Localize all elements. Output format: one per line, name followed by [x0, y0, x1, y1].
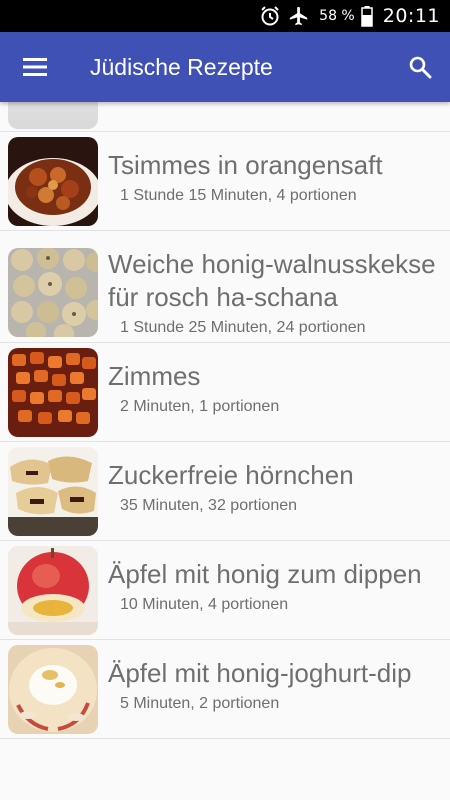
- recipe-image: [8, 447, 98, 536]
- recipe-meta: 1 Stunde 15 Minuten, 4 portionen: [120, 187, 357, 204]
- recipe-item[interactable]: Zuckerfreie hörnchen 35 Minuten, 32 port…: [0, 442, 450, 541]
- hamburger-menu-icon: [23, 58, 47, 76]
- recipe-title: Tsimmes in orangensaft: [108, 150, 383, 180]
- airplane-mode-icon: [287, 5, 311, 27]
- recipe-title: Zuckerfreie hörnchen: [108, 460, 354, 490]
- search-button[interactable]: [390, 32, 450, 102]
- recipe-meta: 35 Minuten, 32 portionen: [120, 497, 298, 514]
- app-title: Jüdische Rezepte: [90, 53, 273, 80]
- recipe-title: Äpfel mit honig zum dippen: [108, 559, 422, 589]
- recipe-image: [8, 137, 98, 226]
- recipe-item[interactable]: Tsimmes in orangensaft 1 Stunde 15 Minut…: [0, 132, 450, 231]
- status-bar: 58 % 20:11: [0, 0, 450, 32]
- recipe-item[interactable]: Weiche honig-walnusskekse für rosch ha-s…: [0, 231, 450, 343]
- recipe-title: Weiche honig-walnusskekse für rosch ha-s…: [108, 249, 436, 312]
- alarm-icon: [259, 5, 281, 27]
- recipe-title: Äpfel mit honig-joghurt-dip: [108, 658, 412, 688]
- battery-percentage: 58 %: [319, 8, 355, 24]
- recipe-image: [8, 248, 98, 337]
- recipe-item[interactable]: Äpfel mit honig zum dippen 10 Minuten, 4…: [0, 541, 450, 640]
- recipe-image: [8, 645, 98, 734]
- battery-icon: [360, 5, 373, 27]
- recipe-image: [8, 348, 98, 437]
- recipe-title: Zimmes: [108, 361, 201, 391]
- recipe-meta: 1 Stunde 25 Minuten, 24 portionen: [120, 319, 366, 336]
- recipe-image: [8, 102, 98, 129]
- list-item-partial[interactable]: [0, 102, 450, 132]
- clock: 20:11: [382, 5, 440, 27]
- menu-button[interactable]: [0, 32, 70, 102]
- search-icon: [409, 56, 432, 79]
- app-bar: Jüdische Rezepte: [0, 32, 450, 102]
- recipe-meta: 2 Minuten, 1 portionen: [120, 398, 280, 415]
- recipe-item[interactable]: Zimmes 2 Minuten, 1 portionen: [0, 343, 450, 442]
- recipe-list[interactable]: Tsimmes in orangensaft 1 Stunde 15 Minut…: [0, 102, 450, 800]
- recipe-item[interactable]: Äpfel mit honig-joghurt-dip 5 Minuten, 2…: [0, 640, 450, 739]
- recipe-meta: 10 Minuten, 4 portionen: [120, 596, 289, 613]
- recipe-image: [8, 546, 98, 635]
- recipe-meta: 5 Minuten, 2 portionen: [120, 695, 280, 712]
